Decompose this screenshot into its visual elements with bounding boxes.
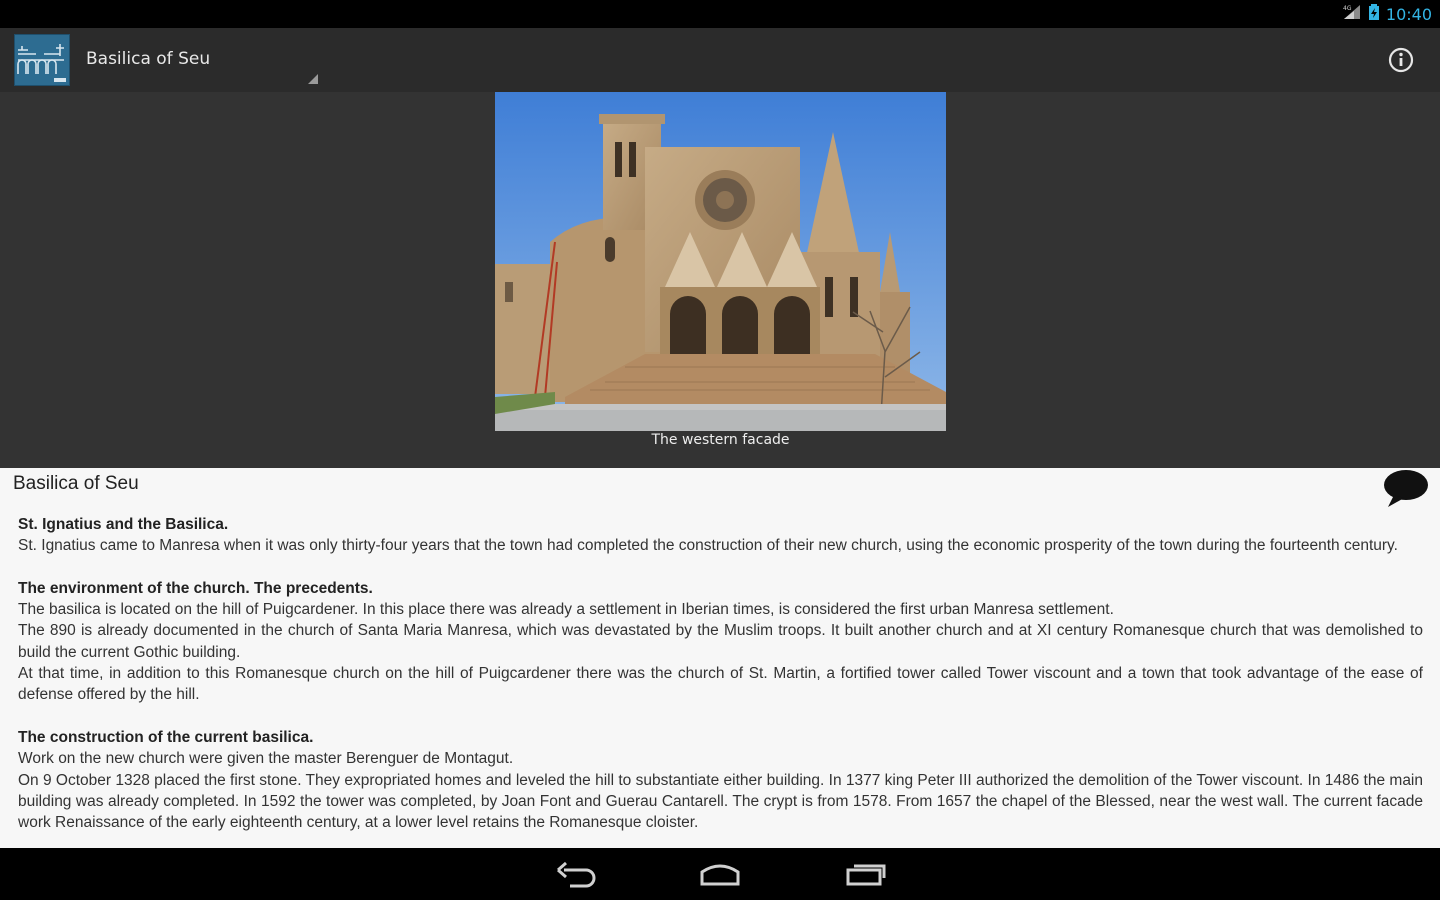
signal-icon: 4G xyxy=(1342,3,1362,25)
facade-photo[interactable] xyxy=(495,92,946,432)
article-section: St. Ignatius and the Basilica. St. Ignat… xyxy=(18,514,1423,557)
article-panel[interactable]: Basilica of Seu St. Ignatius and the Bas… xyxy=(0,468,1440,848)
navigation-bar xyxy=(0,848,1440,900)
info-icon xyxy=(1388,47,1414,73)
back-button[interactable] xyxy=(550,858,602,890)
home-button[interactable] xyxy=(694,858,746,890)
info-button[interactable] xyxy=(1386,45,1416,75)
action-bar: Basilica of Seu xyxy=(0,28,1440,92)
comment-icon xyxy=(1384,470,1428,507)
article-section: The construction of the current basilica… xyxy=(18,727,1423,833)
comment-button[interactable] xyxy=(1382,468,1430,508)
app-title: Basilica of Seu xyxy=(86,49,211,69)
photo-caption: The western facade xyxy=(651,432,790,448)
hero-section: The western facade xyxy=(0,92,1440,468)
section-paragraph: Work on the new church were given the ma… xyxy=(18,750,514,768)
spinner-indicator-icon xyxy=(308,74,318,84)
title-spinner[interactable]: Basilica of Seu xyxy=(86,28,322,92)
section-paragraph: St. Ignatius came to Manresa when it was… xyxy=(18,537,1398,555)
svg-text:4G: 4G xyxy=(1343,5,1352,12)
home-icon xyxy=(700,864,740,886)
recent-apps-icon xyxy=(846,864,886,886)
status-bar: 4G 10:40 xyxy=(0,0,1440,28)
clock: 10:40 xyxy=(1385,4,1432,24)
section-paragraph: The basilica is located on the hill of P… xyxy=(18,601,1114,619)
section-paragraph: On 9 October 1328 placed the first stone… xyxy=(18,771,1423,832)
section-paragraph: The 890 is already documented in the chu… xyxy=(18,622,1423,661)
status-icons: 4G 10:40 xyxy=(1342,0,1432,28)
article-body: St. Ignatius and the Basilica. St. Ignat… xyxy=(18,514,1423,848)
battery-icon xyxy=(1368,3,1380,25)
back-icon xyxy=(557,861,596,888)
app-logo[interactable] xyxy=(14,34,70,86)
section-heading: The environment of the church. The prece… xyxy=(18,579,373,597)
section-heading: St. Ignatius and the Basilica. xyxy=(18,516,229,533)
recent-apps-button[interactable] xyxy=(840,858,892,890)
article-title: Basilica of Seu xyxy=(13,473,139,494)
section-heading: The construction of the current basilica… xyxy=(18,728,314,746)
article-section: The environment of the church. The prece… xyxy=(18,578,1423,706)
section-paragraph: At that time, in addition to this Romane… xyxy=(18,665,1423,704)
